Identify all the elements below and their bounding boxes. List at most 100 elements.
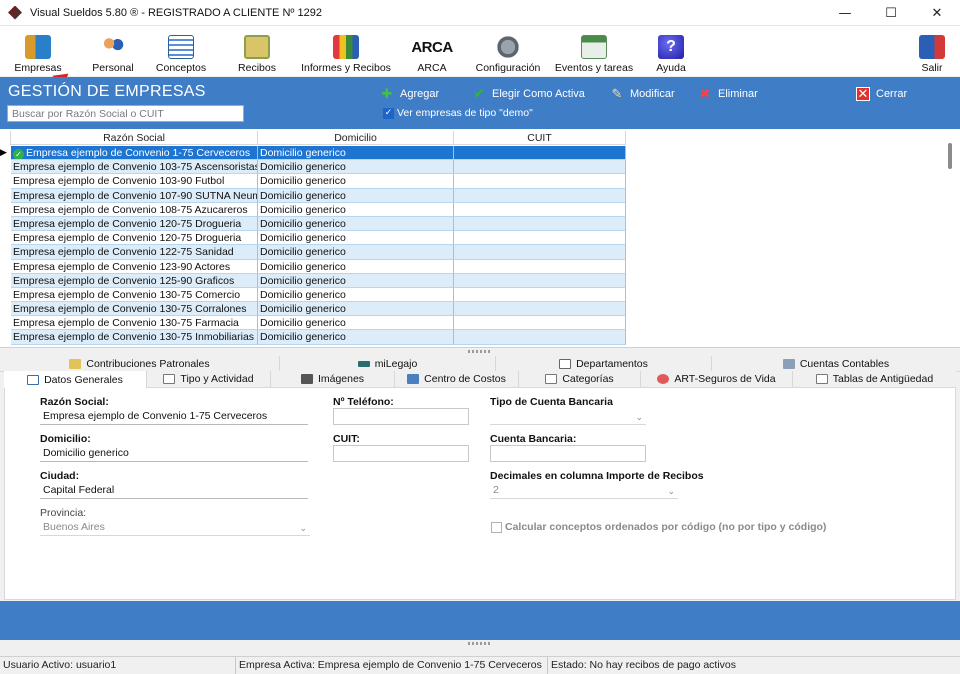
provincia-select[interactable]: Buenos Aires ⌄ xyxy=(40,519,310,536)
tab-categorias[interactable]: Categorías xyxy=(519,371,641,388)
toolbar-conceptos-button[interactable]: Conceptos xyxy=(156,30,206,74)
table-row[interactable]: Empresa ejemplo de Convenio 130-75 Comer… xyxy=(0,287,626,303)
cell-razon-social[interactable]: Empresa ejemplo de Convenio 120-75 Drogu… xyxy=(11,216,258,232)
cell-cuit[interactable] xyxy=(454,174,626,189)
cell-razon-social[interactable]: Empresa ejemplo de Convenio 130-75 Comer… xyxy=(11,287,258,303)
cell-domicilio[interactable]: Domicilio generico xyxy=(258,273,454,288)
minimize-button[interactable]: — xyxy=(822,0,868,26)
cell-razon-social[interactable]: Empresa ejemplo de Convenio 125-90 Grafi… xyxy=(11,273,258,288)
cell-razon-social[interactable]: Empresa ejemplo de Convenio 120-75 Drogu… xyxy=(11,231,258,246)
toolbar-eventos-button[interactable]: Eventos y tareas xyxy=(555,30,633,74)
cell-cuit[interactable] xyxy=(454,273,626,288)
maximize-button[interactable]: ☐ xyxy=(868,0,914,26)
tab-milegajo[interactable]: miLegajo xyxy=(280,356,496,372)
cell-razon-social[interactable]: Empresa ejemplo de Convenio 108-75 Azuca… xyxy=(11,202,258,217)
cell-domicilio[interactable]: Domicilio generico xyxy=(258,202,454,217)
table-row[interactable]: Empresa ejemplo de Convenio 130-75 Corra… xyxy=(0,302,626,317)
decimales-select[interactable]: 2 ⌄ xyxy=(490,482,678,499)
cell-domicilio[interactable]: Domicilio generico xyxy=(258,316,454,331)
cell-domicilio[interactable]: Domicilio generico xyxy=(258,146,454,161)
cell-razon-social[interactable]: Empresa ejemplo de Convenio 103-75 Ascen… xyxy=(11,160,258,175)
domicilio-field[interactable]: Domicilio generico xyxy=(40,445,308,462)
cell-domicilio[interactable]: Domicilio generico xyxy=(258,287,454,303)
cell-cuit[interactable] xyxy=(454,146,626,161)
tab-cuentas-contables[interactable]: Cuentas Contables xyxy=(712,356,960,372)
table-row[interactable]: Empresa ejemplo de Convenio 103-90 Futbo… xyxy=(0,174,626,189)
cell-cuit[interactable] xyxy=(454,160,626,175)
cell-cuit[interactable] xyxy=(454,202,626,217)
bottom-splitter[interactable] xyxy=(0,640,960,656)
cell-domicilio[interactable]: Domicilio generico xyxy=(258,188,454,203)
tab-datos-generales[interactable]: Datos Generales xyxy=(4,371,147,388)
cell-cuit[interactable] xyxy=(454,287,626,303)
cuit-field[interactable] xyxy=(333,445,469,462)
tab-tablas-antiguedad[interactable]: Tablas de Antigüedad xyxy=(793,371,956,388)
column-header-domicilio[interactable]: Domicilio xyxy=(258,131,454,145)
cell-domicilio[interactable]: Domicilio generico xyxy=(258,245,454,260)
cell-domicilio[interactable]: Domicilio generico xyxy=(258,302,454,317)
table-row[interactable]: Empresa ejemplo de Convenio 108-75 Azuca… xyxy=(0,202,626,217)
toolbar-arca-button[interactable]: ARCA ARCA xyxy=(404,30,460,75)
cell-domicilio[interactable]: Domicilio generico xyxy=(258,259,454,274)
tab-departamentos[interactable]: Departamentos xyxy=(496,356,712,372)
table-row[interactable]: Empresa ejemplo de Convenio 125-90 Grafi… xyxy=(0,273,626,288)
tab-centro-costos[interactable]: Centro de Costos xyxy=(395,371,519,388)
cell-domicilio[interactable]: Domicilio generico xyxy=(258,160,454,175)
cell-domicilio[interactable]: Domicilio generico xyxy=(258,216,454,232)
cell-razon-social[interactable]: ✓ Empresa ejemplo de Convenio 1-75 Cervec… xyxy=(11,146,258,161)
checkbox-checked-icon[interactable]: ✓ xyxy=(383,107,394,119)
toolbar-salir-button[interactable]: Salir xyxy=(918,30,946,74)
cell-cuit[interactable] xyxy=(454,316,626,331)
splitter-handle[interactable] xyxy=(0,347,960,355)
cell-razon-social[interactable]: Empresa ejemplo de Convenio 130-75 Inmob… xyxy=(11,330,258,345)
table-row[interactable]: Empresa ejemplo de Convenio 103-75 Ascen… xyxy=(0,160,626,175)
tab-contribuciones-patronales[interactable]: Contribuciones Patronales xyxy=(0,356,280,372)
cell-cuit[interactable] xyxy=(454,188,626,203)
cell-razon-social[interactable]: Empresa ejemplo de Convenio 103-90 Futbo… xyxy=(11,174,258,189)
table-row[interactable]: Empresa ejemplo de Convenio 122-75 Sanid… xyxy=(0,245,626,260)
toolbar-personal-button[interactable]: Personal xyxy=(90,30,136,74)
close-panel-button[interactable]: ✕ Cerrar xyxy=(856,85,907,103)
tab-imagenes[interactable]: Imágenes xyxy=(271,371,395,388)
tab-art-seguros[interactable]: ART-Seguros de Vida xyxy=(641,371,793,388)
cell-razon-social[interactable]: Empresa ejemplo de Convenio 130-75 Corra… xyxy=(11,302,258,317)
column-header-cuit[interactable]: CUIT xyxy=(454,131,626,145)
table-row[interactable]: Empresa ejemplo de Convenio 120-75 Drogu… xyxy=(0,216,626,232)
cell-domicilio[interactable]: Domicilio generico xyxy=(258,231,454,246)
tipo-cuenta-select[interactable]: ⌄ xyxy=(490,408,646,425)
cell-cuit[interactable] xyxy=(454,245,626,260)
toolbar-ayuda-button[interactable]: ? Ayuda xyxy=(654,30,688,74)
ciudad-field[interactable]: Capital Federal xyxy=(40,482,308,499)
cell-cuit[interactable] xyxy=(454,216,626,232)
cell-domicilio[interactable]: Domicilio generico xyxy=(258,330,454,345)
cell-cuit[interactable] xyxy=(454,302,626,317)
cell-razon-social[interactable]: Empresa ejemplo de Convenio 122-75 Sanid… xyxy=(11,245,258,260)
table-row[interactable]: ▶ ✓ Empresa ejemplo de Convenio 1-75 Cerve… xyxy=(0,146,626,161)
table-row[interactable]: Empresa ejemplo de Convenio 130-75 Inmob… xyxy=(0,330,626,345)
set-active-company-button[interactable]: ✔ Elegir Como Activa xyxy=(472,85,585,103)
table-row[interactable]: Empresa ejemplo de Convenio 107-90 SUTNA… xyxy=(0,188,626,203)
tab-tipo-actividad[interactable]: Tipo y Actividad xyxy=(147,371,271,388)
cell-razon-social[interactable]: Empresa ejemplo de Convenio 130-75 Farma… xyxy=(11,316,258,331)
table-row[interactable]: Empresa ejemplo de Convenio 123-90 Actor… xyxy=(0,259,626,274)
cell-razon-social[interactable]: Empresa ejemplo de Convenio 123-90 Actor… xyxy=(11,259,258,274)
telefono-field[interactable] xyxy=(333,408,469,425)
calc-order-checkbox[interactable]: Calcular conceptos ordenados por código … xyxy=(491,521,826,533)
toolbar-informes-button[interactable]: Informes y Recibos xyxy=(301,30,391,74)
table-row[interactable]: Empresa ejemplo de Convenio 130-75 Farma… xyxy=(0,316,626,331)
cell-cuit[interactable] xyxy=(454,259,626,274)
razon-social-field[interactable]: Empresa ejemplo de Convenio 1-75 Cervece… xyxy=(40,408,308,425)
cell-domicilio[interactable]: Domicilio generico xyxy=(258,174,454,189)
modify-company-button[interactable]: ✎ Modificar xyxy=(610,85,675,103)
delete-company-button[interactable]: ✖ Eliminar xyxy=(698,85,758,103)
cuenta-bancaria-field[interactable] xyxy=(490,445,646,462)
column-header-razon-social[interactable]: Razón Social xyxy=(11,131,258,145)
add-company-button[interactable]: ✚ Agregar xyxy=(380,85,440,103)
toolbar-configuracion-button[interactable]: Configuración xyxy=(476,30,540,74)
grid-scrollbar[interactable] xyxy=(948,143,952,169)
table-row[interactable]: Empresa ejemplo de Convenio 120-75 Drogu… xyxy=(0,231,626,246)
cell-razon-social[interactable]: Empresa ejemplo de Convenio 107-90 SUTNA… xyxy=(11,188,258,203)
cell-cuit[interactable] xyxy=(454,330,626,345)
close-window-button[interactable]: ✕ xyxy=(914,0,960,26)
demo-companies-checkbox[interactable]: ✓ Ver empresas de tipo "demo" xyxy=(383,107,533,119)
